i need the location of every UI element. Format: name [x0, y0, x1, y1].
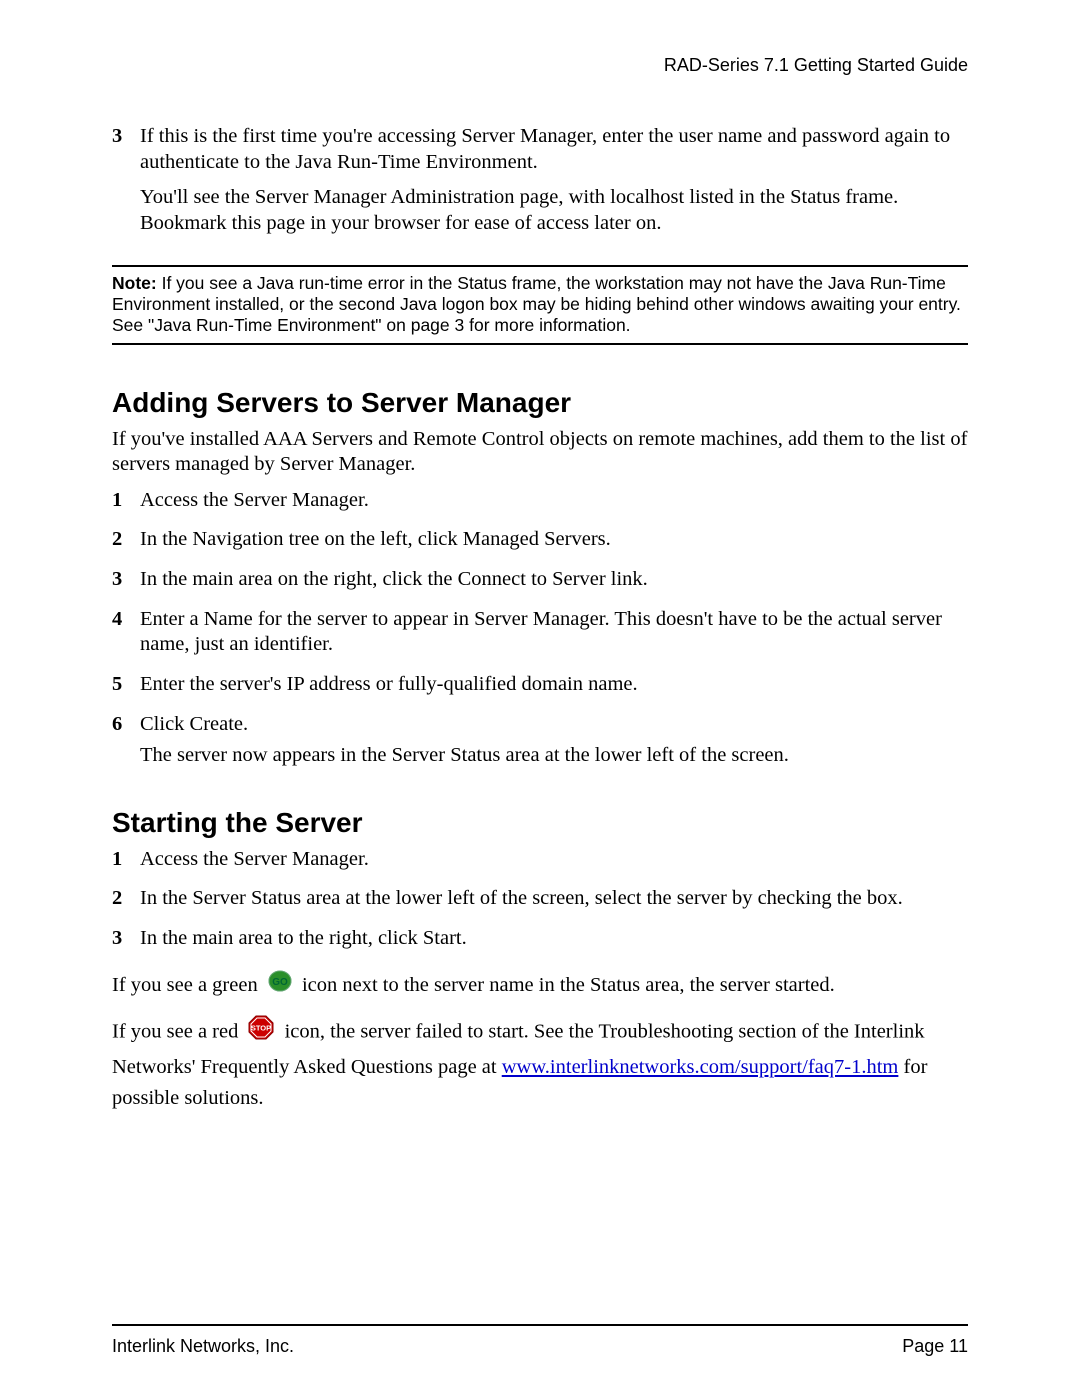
step-number: 3 — [112, 124, 140, 247]
step-body: In the Server Status area at the lower l… — [140, 886, 968, 918]
red-before: If you see a red — [112, 1021, 243, 1043]
step-body: Enter a Name for the server to appear in… — [140, 607, 968, 664]
step-text: Enter a Name for the server to appear in… — [140, 607, 968, 658]
step-number: 5 — [112, 672, 140, 704]
list-item: 2 In the Server Status area at the lower… — [112, 886, 968, 918]
intro-step-3: 3 If this is the first time you're acces… — [112, 124, 968, 247]
step-number: 3 — [112, 567, 140, 599]
step-number: 6 — [112, 712, 140, 775]
step-number: 3 — [112, 926, 140, 958]
step-para-2: You'll see the Server Manager Administra… — [140, 185, 968, 236]
note-text: If you see a Java run-time error in the … — [112, 273, 961, 336]
step-body: Enter the server's IP address or fully-q… — [140, 672, 968, 704]
step-text: Access the Server Manager. — [140, 847, 968, 873]
page-footer: Interlink Networks, Inc. Page 11 — [112, 1324, 968, 1357]
footer-left: Interlink Networks, Inc. — [112, 1336, 294, 1357]
step-body: Access the Server Manager. — [140, 488, 968, 520]
svg-text:GO: GO — [272, 977, 288, 988]
green-before: If you see a green — [112, 974, 263, 996]
footer-right: Page 11 — [902, 1336, 968, 1357]
step-body: Click Create. The server now appears in … — [140, 712, 968, 775]
step-text: Access the Server Manager. — [140, 488, 968, 514]
step-number: 2 — [112, 886, 140, 918]
step-number: 4 — [112, 607, 140, 664]
step-body: In the main area to the right, click Sta… — [140, 926, 968, 958]
go-icon: GO — [267, 970, 293, 1003]
step-text: In the Navigation tree on the left, clic… — [140, 527, 968, 553]
step-para-1: If this is the first time you're accessi… — [140, 124, 968, 175]
step-text: Click Create. — [140, 712, 968, 738]
header-title: RAD-Series 7.1 Getting Started Guide — [664, 55, 968, 75]
step-body: If this is the first time you're accessi… — [140, 124, 968, 247]
svg-text:STOP: STOP — [251, 1024, 271, 1033]
section2-steps: 1 Access the Server Manager. 2 In the Se… — [112, 847, 968, 958]
section1-steps: 1 Access the Server Manager. 2 In the Na… — [112, 488, 968, 775]
step-number: 1 — [112, 488, 140, 520]
list-item: 3 In the main area on the right, click t… — [112, 567, 968, 599]
green-after: icon next to the server name in the Stat… — [302, 974, 835, 996]
list-item: 1 Access the Server Manager. — [112, 847, 968, 879]
list-item: 1 Access the Server Manager. — [112, 488, 968, 520]
list-item: 2 In the Navigation tree on the left, cl… — [112, 527, 968, 559]
list-item: 4 Enter a Name for the server to appear … — [112, 607, 968, 664]
heading-starting-server: Starting the Server — [112, 807, 968, 839]
section1-intro: If you've installed AAA Servers and Remo… — [112, 427, 968, 478]
list-item: 3 In the main area to the right, click S… — [112, 926, 968, 958]
note-box: Note: If you see a Java run-time error i… — [112, 265, 968, 345]
step-extra: The server now appears in the Server Sta… — [140, 743, 968, 769]
heading-adding-servers: Adding Servers to Server Manager — [112, 387, 968, 419]
step-number: 2 — [112, 527, 140, 559]
stop-icon: STOP — [247, 1014, 275, 1052]
step-text: Enter the server's IP address or fully-q… — [140, 672, 968, 698]
step-text: In the main area on the right, click the… — [140, 567, 968, 593]
list-item: 6 Click Create. The server now appears i… — [112, 712, 968, 775]
step-body: In the main area on the right, click the… — [140, 567, 968, 599]
faq-link[interactable]: www.interlinknetworks.com/support/faq7-1… — [502, 1056, 899, 1078]
red-icon-para: If you see a red STOP icon, the server f… — [112, 1014, 968, 1113]
step-text: In the Server Status area at the lower l… — [140, 886, 968, 912]
list-item: 5 Enter the server's IP address or fully… — [112, 672, 968, 704]
step-number: 1 — [112, 847, 140, 879]
note-label: Note: — [112, 273, 157, 293]
step-text: In the main area to the right, click Sta… — [140, 926, 968, 952]
step-body: In the Navigation tree on the left, clic… — [140, 527, 968, 559]
page-header: RAD-Series 7.1 Getting Started Guide — [112, 55, 968, 76]
green-icon-para: If you see a green GO icon next to the s… — [112, 970, 968, 1003]
step-body: Access the Server Manager. — [140, 847, 968, 879]
page-container: RAD-Series 7.1 Getting Started Guide 3 I… — [0, 0, 1080, 1397]
